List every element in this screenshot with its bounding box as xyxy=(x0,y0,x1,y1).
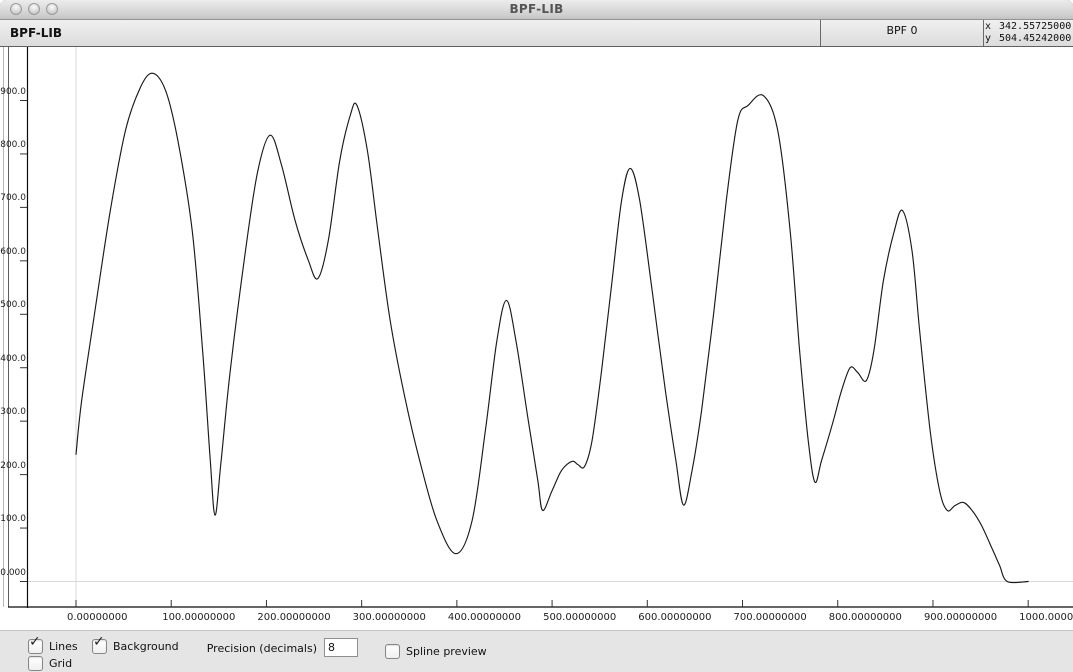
y-tick-label: 300.0 xyxy=(0,407,26,418)
bpf-lib-window: BPF-LIB BPF-LIB BPF 0 x342.55725000 y504… xyxy=(0,0,1073,672)
y-axis-ticks xyxy=(20,101,27,582)
checkmark-icon: ✓ xyxy=(29,634,41,650)
x-tick-label: 600.00000000 xyxy=(638,612,711,623)
zero-gridlines xyxy=(27,47,1073,607)
controls-panel: ✓ Lines ✓ Background Precision (decimals… xyxy=(0,630,1073,672)
checkbox-box: ✓ xyxy=(92,639,107,654)
y-tick-label: 700.0 xyxy=(0,193,26,204)
x-tick-label: 500.00000000 xyxy=(543,612,616,623)
x-tick-label: 800.00000000 xyxy=(829,612,902,623)
x-tick-label: 0.00000000 xyxy=(67,612,127,623)
y-tick-label: 500.0 xyxy=(0,300,26,311)
lines-checkbox-label: Lines xyxy=(49,640,78,653)
x-tick-label: 300.00000000 xyxy=(353,612,426,623)
checkmark-icon: ✓ xyxy=(93,634,105,650)
spline-preview-checkbox[interactable]: ✓ Spline preview xyxy=(385,644,487,659)
background-checkbox-label: Background xyxy=(113,640,179,653)
bpf-curve[interactable] xyxy=(76,73,1028,583)
x-tick-label: 100.00000000 xyxy=(162,612,235,623)
y-tick-label: 0.000 xyxy=(0,568,26,579)
precision-label: Precision (decimals) xyxy=(175,642,317,655)
x-tick-label: 200.00000000 xyxy=(257,612,330,623)
x-tick-label: 1000.00000000 xyxy=(1019,612,1073,623)
checkbox-box: ✓ xyxy=(28,639,43,654)
y-tick-label: 600.0 xyxy=(0,247,26,258)
bpf-plot-area[interactable]: 900.0 800.0 700.0 600.0 500.0 400.0 300.0 200.0… xyxy=(0,47,1073,608)
checkbox-box: ✓ xyxy=(28,656,43,671)
y-tick-label: 800.0 xyxy=(0,140,26,151)
grid-checkbox[interactable]: ✓ Grid xyxy=(28,656,72,671)
header-divider xyxy=(983,20,984,46)
cursor-coordinates: x342.55725000 y504.45242000 xyxy=(985,21,1073,46)
lines-checkbox[interactable]: ✓ Lines xyxy=(28,639,78,654)
x-axis-labels: 0.00000000 100.00000000 200.00000000 300.00… xyxy=(0,608,1073,630)
x-tick-label: 900.00000000 xyxy=(924,612,997,623)
x-tick-label: 700.00000000 xyxy=(734,612,807,623)
cursor-y-value: 504.45242000 xyxy=(999,33,1071,44)
bpf-selector-label[interactable]: BPF 0 xyxy=(821,24,983,37)
editor-header: BPF-LIB BPF 0 x342.55725000 y504.4524200… xyxy=(0,20,1073,47)
precision-input[interactable] xyxy=(324,638,358,657)
cursor-x-value: 342.55725000 xyxy=(999,21,1071,32)
spline-preview-checkbox-label: Spline preview xyxy=(406,645,487,658)
y-tick-label: 900.0 xyxy=(0,87,26,98)
bpf-curve-canvas[interactable] xyxy=(0,47,1073,608)
title-bar: BPF-LIB xyxy=(0,0,1073,20)
y-tick-label: 100.0 xyxy=(0,514,26,525)
editor-title: BPF-LIB xyxy=(10,26,62,40)
x-tick-label: 400.00000000 xyxy=(448,612,521,623)
y-tick-label: 400.0 xyxy=(0,354,26,365)
x-axis-ticks xyxy=(76,600,1028,607)
background-checkbox[interactable]: ✓ Background xyxy=(92,639,179,654)
cursor-y-readout: y504.45242000 xyxy=(985,33,1073,45)
cursor-x-readout: x342.55725000 xyxy=(985,21,1073,33)
window-title: BPF-LIB xyxy=(0,2,1073,16)
checkbox-box: ✓ xyxy=(385,644,400,659)
y-axis-letter: y xyxy=(985,33,999,45)
y-tick-label: 200.0 xyxy=(0,461,26,472)
grid-checkbox-label: Grid xyxy=(49,657,72,670)
x-axis-letter: x xyxy=(985,21,999,33)
